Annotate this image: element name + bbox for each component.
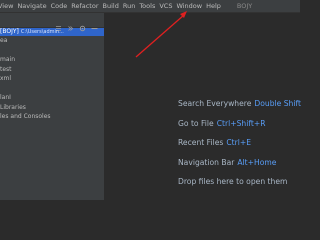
menu-code[interactable]: Code [49, 0, 70, 12]
menu-window[interactable]: Window [174, 0, 204, 12]
menu-navigate[interactable]: Navigate [15, 0, 48, 12]
hint-label: Search Everywhere [178, 99, 252, 108]
editor-empty-hints: Search Everywhere Double Shift Go to File… [178, 99, 301, 197]
tree-row[interactable]: main [0, 55, 104, 65]
hint-shortcut: Ctrl+Shift+R [216, 118, 266, 128]
hint-shortcut: Ctrl+E [226, 138, 252, 148]
hint-search-everywhere: Search Everywhere Double Shift [178, 99, 301, 119]
project-tool-window: [BOJY] C:\Users\admin... ea main test xml… [0, 13, 105, 200]
gear-icon[interactable] [79, 17, 86, 31]
menu-help[interactable]: Help [204, 0, 223, 12]
menu-run[interactable]: Run [121, 0, 137, 12]
tree-row[interactable]: test [0, 65, 104, 75]
sort-icon[interactable] [67, 17, 74, 31]
menu-refactor[interactable]: Refactor [69, 0, 100, 12]
menu-vcs[interactable]: VCS [157, 0, 174, 12]
hint-go-to-file: Go to File Ctrl+Shift+R [178, 119, 301, 139]
menu-bar: View Navigate Code Refactor Build Run To… [0, 0, 300, 13]
project-name-label: BOJY [236, 2, 253, 10]
hint-shortcut: Double Shift [254, 99, 301, 108]
project-tree: [BOJY] C:\Users\admin... ea main test xml… [0, 28, 104, 122]
editor-area: Search Everywhere Double Shift Go to File… [105, 13, 301, 200]
menu-tools[interactable]: Tools [137, 0, 157, 12]
menu-build[interactable]: Build [101, 0, 121, 12]
hint-label: Recent Files [178, 138, 224, 148]
hide-icon[interactable] [91, 17, 98, 29]
hint-label: Navigation Bar [178, 157, 235, 167]
tree-row[interactable]: ea [0, 36, 104, 46]
hint-shortcut: Alt+Home [237, 157, 277, 167]
tree-row[interactable] [0, 84, 104, 94]
hint-navigation-bar: Navigation Bar Alt+Home [178, 158, 301, 178]
tree-row-scratches-and-consoles[interactable]: les and Consoles [0, 112, 104, 122]
tree-row[interactable] [0, 46, 104, 56]
tree-root-label: [BOJY] [0, 28, 19, 35]
menu-view[interactable]: View [0, 0, 15, 12]
tree-row-external-libraries[interactable]: Libraries [0, 103, 104, 113]
tree-row-root[interactable]: [BOJY] C:\Users\admin... [0, 28, 104, 36]
hint-label: Drop files here to open them [178, 177, 288, 187]
hint-recent-files: Recent Files Ctrl+E [178, 138, 301, 158]
tree-row[interactable]: lanI [0, 93, 104, 103]
collapse-icon[interactable] [55, 17, 62, 31]
hint-label: Go to File [178, 118, 214, 128]
tree-row[interactable]: xml [0, 74, 104, 84]
project-toolbar [0, 13, 104, 31]
hint-drop-files: Drop files here to open them [178, 177, 301, 197]
tree-root-path: C:\Users\admin... [20, 29, 64, 35]
